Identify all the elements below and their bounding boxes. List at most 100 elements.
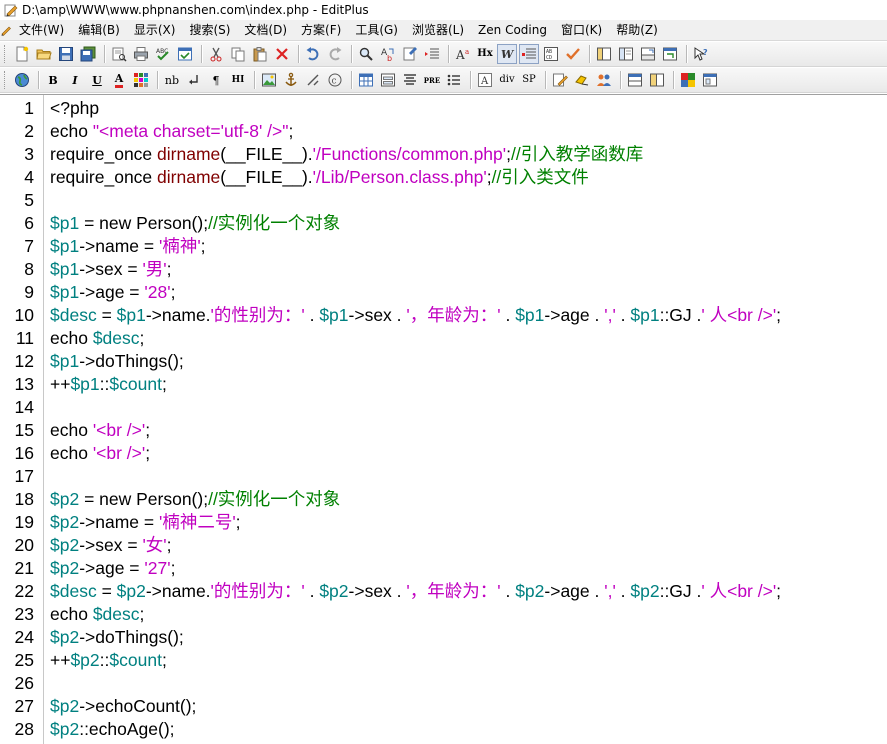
print-preview-icon[interactable] [109,44,129,64]
javascript-icon[interactable] [572,70,592,90]
paragraph-icon[interactable]: ¶ [206,70,226,90]
bold-icon[interactable]: B [43,70,63,90]
code-line[interactable]: 22 $desc = $p2->name.'的性别为：' . $p2->sex .… [0,580,887,603]
code-text[interactable]: echo $desc; [50,603,144,626]
code-text[interactable]: $p2->sex = '女'; [50,534,172,557]
code-text[interactable]: echo '<br />'; [50,419,150,442]
menu-search[interactable]: 搜索(S) [182,21,237,40]
delete-icon[interactable] [272,44,292,64]
globe-icon[interactable] [12,70,32,90]
toolbar-grip[interactable] [4,45,8,63]
find-in-files-icon[interactable] [400,44,420,64]
code-line[interactable]: 24 $p2->doThings(); [0,626,887,649]
pencil-menu-icon[interactable] [0,21,12,39]
output-window-icon[interactable] [638,44,658,64]
code-text[interactable]: $p1 = new Person();//实例化一个对象 [50,212,340,235]
menu-window[interactable]: 窗口(K) [554,21,609,40]
code-line[interactable]: 3 require_once dirname(__FILE__).'/Functi… [0,143,887,166]
save-all-icon[interactable] [78,44,98,64]
new-file-icon[interactable] [12,44,32,64]
code-text[interactable]: $p1->age = '28'; [50,281,175,304]
code-text[interactable]: ++$p1::$count; [50,373,167,396]
goto-line-icon[interactable] [422,44,442,64]
code-line[interactable]: 14 [0,396,887,419]
color-palette-icon[interactable] [131,70,151,90]
code-line[interactable]: 15 echo '<br />'; [0,419,887,442]
code-line[interactable]: 18 $p2 = new Person();//实例化一个对象 [0,488,887,511]
code-text[interactable]: $desc = $p1->name.'的性别为：' . $p1->sex . '… [50,304,781,327]
code-line[interactable]: 25 ++$p2::$count; [0,649,887,672]
code-line[interactable]: 12 $p1->doThings(); [0,350,887,373]
column-selection-icon[interactable]: AB CD [541,44,561,64]
check-mark-icon[interactable] [563,44,583,64]
code-line[interactable]: 1 <?php [0,97,887,120]
menu-tools[interactable]: 工具(G) [348,21,405,40]
directory-window-icon[interactable] [594,44,614,64]
code-line[interactable]: 8 $p1->sex = '男'; [0,258,887,281]
find-icon[interactable] [356,44,376,64]
code-text[interactable]: $p2::echoAge(); [50,718,175,741]
line-break-icon[interactable] [184,70,204,90]
div-tag-icon[interactable]: div [497,70,517,90]
code-line[interactable]: 9 $p1->age = '28'; [0,281,887,304]
code-line[interactable]: 7 $p1->name = '楠神'; [0,235,887,258]
code-area[interactable]: 1 <?php 2 echo "<meta charset='utf-8' />"; 3… [0,97,887,741]
preformatted-icon[interactable]: PRE [422,70,442,90]
menu-file[interactable]: 文件(W) [12,21,71,40]
font-tag-icon[interactable]: A [475,70,495,90]
code-text[interactable]: $p2->age = '27'; [50,557,175,580]
code-line[interactable]: 21 $p2->age = '27'; [0,557,887,580]
code-line[interactable]: 6 $p1 = new Person();//实例化一个对象 [0,212,887,235]
menu-project[interactable]: 方案(F) [294,21,348,40]
special-char-icon[interactable]: c [325,70,345,90]
code-text[interactable]: $p2->name = '楠神二号'; [50,511,241,534]
browser-view-icon[interactable] [175,44,195,64]
code-text[interactable]: $p2->echoCount(); [50,695,196,718]
list-icon[interactable] [444,70,464,90]
comment-icon[interactable] [303,70,323,90]
paste-icon[interactable] [250,44,270,64]
code-text[interactable]: $p1->name = '楠神'; [50,235,206,258]
split-window-icon[interactable] [647,70,667,90]
word-wrap-icon[interactable]: W [497,44,517,64]
code-line[interactable]: 19 $p2->name = '楠神二号'; [0,511,887,534]
code-text[interactable]: $p1->doThings(); [50,350,184,373]
undo-icon[interactable] [303,44,323,64]
italic-icon[interactable]: I [65,70,85,90]
open-folder-icon[interactable] [34,44,54,64]
span-tag-icon[interactable]: SP [519,70,539,90]
center-align-icon[interactable] [400,70,420,90]
menu-edit[interactable]: 编辑(B) [71,21,127,40]
line-number-icon[interactable] [519,44,539,64]
heading-icon[interactable]: Hx [475,44,495,64]
menu-browser[interactable]: 浏览器(L) [405,21,471,40]
copy-icon[interactable] [228,44,248,64]
cut-icon[interactable] [206,44,226,64]
code-line[interactable]: 23 echo $desc; [0,603,887,626]
menu-view[interactable]: 显示(X) [127,21,183,40]
image-icon[interactable] [259,70,279,90]
code-line[interactable]: 16 echo '<br />'; [0,442,887,465]
replace-icon[interactable]: Ab [378,44,398,64]
help-pointer-icon[interactable]: ? [691,44,711,64]
code-text[interactable]: $p1->sex = '男'; [50,258,172,281]
code-text[interactable]: echo $desc; [50,327,144,350]
code-text[interactable]: $p2->doThings(); [50,626,184,649]
code-text[interactable]: ++$p2::$count; [50,649,167,672]
horizontal-rule-icon[interactable]: HI [228,70,248,90]
underline-icon[interactable]: U [87,70,107,90]
code-text[interactable]: <?php [50,97,99,120]
window-layout-icon[interactable] [625,70,645,90]
code-line[interactable]: 11 echo $desc; [0,327,887,350]
table-icon[interactable] [356,70,376,90]
redo-icon[interactable] [325,44,345,64]
code-line[interactable]: 17 [0,465,887,488]
code-line[interactable]: 26 [0,672,887,695]
code-line[interactable]: 13 ++$p1::$count; [0,373,887,396]
preview-window-icon[interactable] [700,70,720,90]
fullscreen-icon[interactable] [660,44,680,64]
code-line[interactable]: 20 $p2->sex = '女'; [0,534,887,557]
menu-help[interactable]: 帮助(Z) [609,21,665,40]
code-line[interactable]: 2 echo "<meta charset='utf-8' />"; [0,120,887,143]
font-icon[interactable]: Aa [453,44,473,64]
